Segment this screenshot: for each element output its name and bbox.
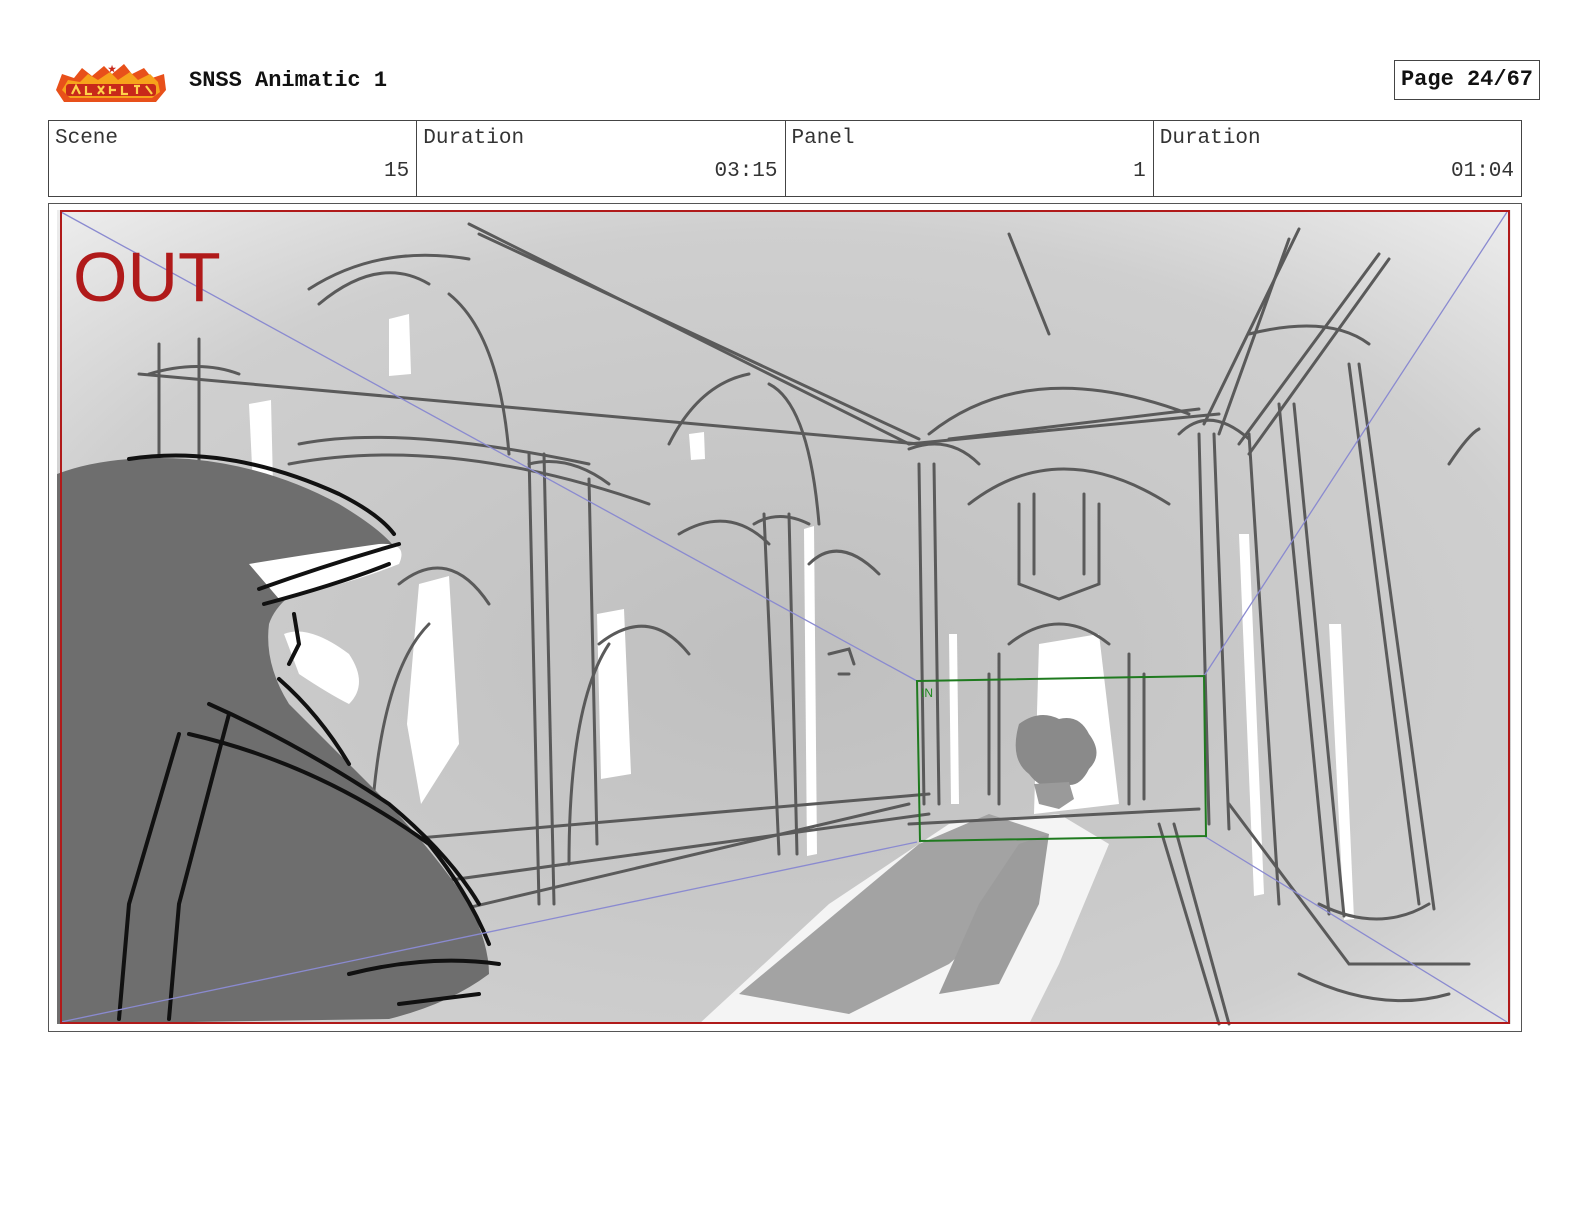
panel-label: Panel: [791, 127, 855, 150]
scene-duration-value: 03:15: [714, 160, 778, 183]
panel-duration-value: 01:04: [1450, 160, 1514, 183]
page-indicator: Page 24/67: [1393, 60, 1540, 100]
panel-duration-label: Duration: [1159, 127, 1261, 150]
svg-text:★: ★: [108, 64, 117, 74]
scene-duration-cell: Duration 03:15: [417, 121, 786, 196]
storyboard-panel: OUT IN: [48, 203, 1522, 1032]
page-header: ★ SNSS Animatic 1 Page 24/67: [52, 58, 1542, 108]
storyboard-drawing: OUT IN: [57, 210, 1511, 1026]
scene-value: 15: [384, 160, 410, 183]
panel-value: 1: [1133, 160, 1146, 183]
scene-label: Scene: [55, 127, 119, 150]
show-logo-icon: ★: [56, 64, 166, 102]
scene-duration-label: Duration: [423, 127, 525, 150]
scene-cell: Scene 15: [49, 121, 418, 196]
in-label: IN: [921, 686, 933, 700]
document-title: SNSS Animatic 1: [189, 68, 388, 93]
panel-cell: Panel 1: [786, 121, 1154, 196]
scene-info-table: Scene 15 Duration 03:15 Panel 1 Duration…: [48, 120, 1522, 197]
out-label: OUT: [73, 238, 221, 316]
panel-duration-cell: Duration 01:04: [1154, 121, 1521, 196]
